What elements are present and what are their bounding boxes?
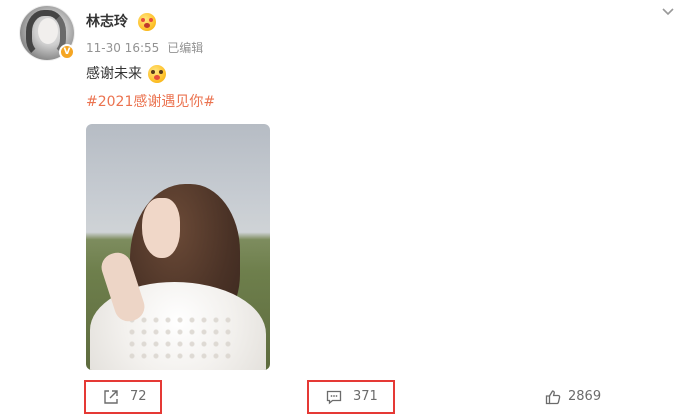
heart-eyes-emoji-icon — [138, 13, 156, 31]
thumbs-up-icon — [544, 388, 562, 406]
kiss-emoji-icon — [148, 65, 166, 83]
comment-count: 371 — [353, 389, 378, 404]
post-text-content: 感谢未来 — [86, 66, 142, 82]
like-button[interactable]: 2869 — [544, 380, 616, 414]
chevron-down-icon[interactable] — [660, 4, 676, 20]
share-icon — [102, 388, 120, 406]
edited-label: 已编辑 — [167, 41, 204, 55]
username[interactable]: 林志玲 — [86, 12, 128, 32]
share-count: 72 — [130, 389, 147, 404]
post-timestamp[interactable]: 11-30 16:55 — [86, 41, 159, 55]
photo-face — [142, 198, 180, 258]
share-button[interactable]: 72 — [84, 380, 162, 414]
post-photo[interactable] — [86, 124, 270, 370]
post-meta: 11-30 16:55 已编辑 — [86, 40, 203, 56]
avatar-face — [38, 18, 58, 44]
like-count: 2869 — [568, 389, 602, 404]
comment-button[interactable]: 371 — [307, 380, 395, 414]
photo-lace — [126, 314, 236, 364]
post-text: 感谢未来 — [86, 64, 142, 84]
comment-icon — [325, 388, 343, 406]
verified-badge-icon: V — [59, 44, 75, 60]
hashtag-link[interactable]: #2021感谢遇见你# — [86, 92, 215, 112]
